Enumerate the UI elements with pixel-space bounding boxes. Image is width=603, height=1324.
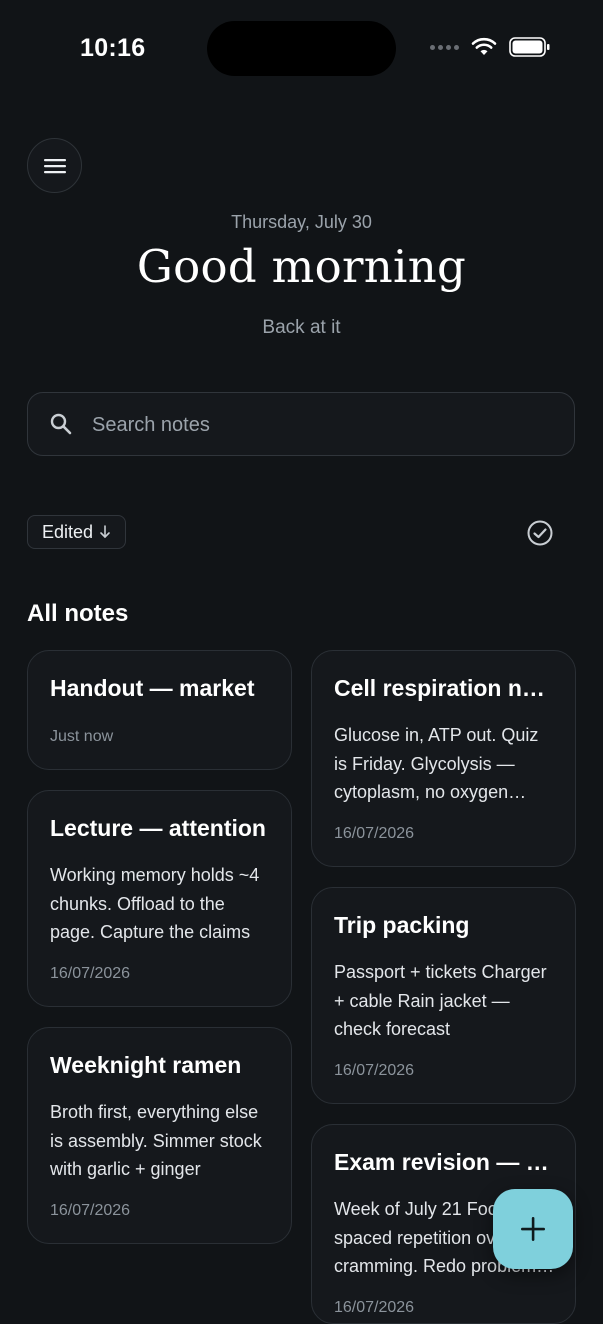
hamburger-icon (43, 158, 66, 173)
current-date: Thursday, July 30 (231, 212, 372, 232)
note-title: Cell respiration notes (334, 675, 557, 701)
sort-label: Edited (42, 521, 94, 542)
dynamic-island (207, 21, 396, 76)
note-title: Trip packing (334, 912, 470, 938)
section-title: All notes (27, 600, 129, 627)
note-date: Just now (50, 728, 114, 745)
note-preview: Passport + tickets Charger + cable Rain … (334, 962, 547, 1039)
note-preview: Glucose in, ATP out. Quiz is Friday. Gly… (334, 725, 539, 802)
note-title: Weeknight ramen (50, 1052, 242, 1078)
search-input[interactable] (90, 393, 554, 457)
arrow-down-icon (100, 525, 110, 538)
menu-button[interactable] (27, 138, 82, 193)
sort-button[interactable]: Edited (27, 515, 127, 549)
note-preview: Broth first, everything else is assembly… (50, 1102, 262, 1179)
search-bar[interactable] (27, 392, 575, 457)
note-title: Exam revision — plan (334, 1149, 557, 1175)
note-card[interactable]: Cell respiration notes Glucose in, ATP o… (311, 650, 576, 867)
note-date: 16/07/2026 (334, 825, 415, 842)
status-time: 10:16 (80, 34, 146, 62)
note-preview: Working memory holds ~4 chunks. Offload … (50, 865, 260, 942)
add-note-button[interactable] (493, 1189, 573, 1269)
wifi-icon (471, 37, 497, 55)
greeting-subtitle: Back at it (262, 317, 341, 338)
note-title: Lecture — attention (50, 815, 266, 841)
note-card[interactable]: Lecture — attention Working memory holds… (27, 790, 292, 1007)
plus-icon (521, 1217, 545, 1241)
status-icons (430, 37, 551, 57)
search-icon (50, 413, 72, 435)
cellular-signal-icon (430, 44, 459, 50)
battery-icon (509, 37, 550, 57)
note-title: Handout — market (50, 675, 255, 701)
note-card[interactable]: Trip packing Passport + tickets Charger … (311, 887, 576, 1104)
note-date: 16/07/2026 (50, 1202, 131, 1219)
note-date: 16/07/2026 (334, 1299, 415, 1316)
greeting-title: Good morning (136, 240, 467, 293)
note-date: 16/07/2026 (334, 1062, 415, 1079)
note-card[interactable]: Weeknight ramen Broth first, everything … (27, 1027, 292, 1244)
check-circle-icon[interactable] (525, 518, 555, 548)
note-date: 16/07/2026 (50, 965, 131, 982)
status-bar: 10:16 (0, 0, 603, 96)
note-card[interactable]: Handout — market Just now (27, 650, 292, 770)
